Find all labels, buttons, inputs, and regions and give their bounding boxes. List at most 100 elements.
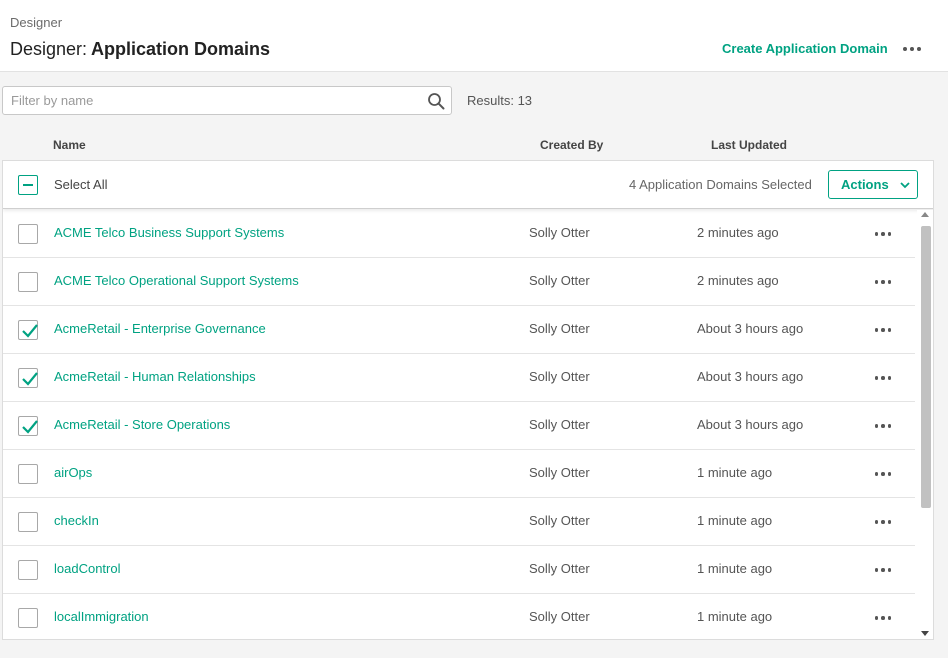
- table-row[interactable]: ACME Telco Business Support Systems Solly…: [3, 210, 915, 258]
- created-by: Solly Otter: [529, 321, 590, 336]
- selected-count: 4 Application Domains Selected: [629, 177, 812, 192]
- page-title-prefix: Designer:: [10, 39, 88, 59]
- table-row[interactable]: airOps Solly Otter 1 minute ago: [3, 450, 915, 498]
- table-row[interactable]: AcmeRetail - Human Relationships Solly Ot…: [3, 354, 915, 402]
- dot: [881, 424, 885, 428]
- dot: [887, 472, 892, 476]
- domain-name-link[interactable]: AcmeRetail - Human Relationships: [54, 369, 256, 384]
- dot: [887, 376, 892, 380]
- table-row[interactable]: ACME Telco Operational Support Systems So…: [3, 258, 915, 306]
- dot: [887, 616, 892, 620]
- last-updated: About 3 hours ago: [697, 369, 804, 384]
- breadcrumb[interactable]: Designer: [10, 15, 62, 30]
- row-checkbox[interactable]: [18, 320, 38, 340]
- domain-name-link[interactable]: checkIn: [54, 513, 99, 528]
- page-title-main: Application Domains: [91, 39, 271, 59]
- last-updated: About 3 hours ago: [697, 417, 804, 432]
- domain-name-link[interactable]: ACME Telco Operational Support Systems: [54, 273, 299, 288]
- select-all-label: Select All: [54, 177, 108, 192]
- scroll-down-arrow-icon[interactable]: [921, 631, 929, 636]
- dot: [903, 47, 907, 51]
- table-row[interactable]: AcmeRetail - Store Operations Solly Otter…: [3, 402, 915, 450]
- column-header-last-updated[interactable]: Last Updated: [711, 138, 787, 152]
- created-by: Solly Otter: [529, 561, 590, 576]
- row-checkbox[interactable]: [18, 560, 38, 580]
- scrollbar[interactable]: [917, 210, 933, 639]
- results-count: Results: 13: [467, 93, 533, 108]
- row-checkbox[interactable]: [18, 512, 38, 532]
- dot: [874, 472, 879, 476]
- domain-name-link[interactable]: AcmeRetail - Store Operations: [54, 417, 230, 432]
- check-icon: [22, 324, 38, 338]
- column-header-created-by[interactable]: Created By: [540, 138, 603, 152]
- row-checkbox[interactable]: [18, 272, 38, 292]
- domain-name-link[interactable]: ACME Telco Business Support Systems: [54, 225, 284, 240]
- column-header-name[interactable]: Name: [53, 138, 86, 152]
- last-updated: 1 minute ago: [697, 609, 773, 624]
- last-updated: 1 minute ago: [697, 465, 773, 480]
- row-more-icon[interactable]: [871, 272, 895, 292]
- row-checkbox[interactable]: [18, 368, 38, 388]
- search-icon[interactable]: [427, 92, 445, 110]
- row-more-icon[interactable]: [871, 512, 895, 532]
- table-row[interactable]: localImmigration Solly Otter 1 minute ago: [3, 594, 915, 639]
- created-by: Solly Otter: [529, 273, 590, 288]
- row-checkbox[interactable]: [18, 224, 38, 244]
- table-row[interactable]: checkIn Solly Otter 1 minute ago: [3, 498, 915, 546]
- filter-box: [2, 86, 452, 115]
- filter-input[interactable]: [3, 87, 413, 114]
- table-row[interactable]: AcmeRetail - Enterprise Governance Solly …: [3, 306, 915, 354]
- dot: [874, 568, 879, 572]
- dot: [881, 616, 885, 620]
- create-application-domain-button[interactable]: Create Application Domain: [722, 41, 888, 56]
- row-more-icon[interactable]: [871, 416, 895, 436]
- domain-name-link[interactable]: localImmigration: [54, 609, 149, 624]
- row-more-icon[interactable]: [871, 560, 895, 580]
- dot: [887, 280, 892, 284]
- table-row[interactable]: loadControl Solly Otter 1 minute ago: [3, 546, 915, 594]
- scroll-up-arrow-icon[interactable]: [921, 212, 929, 217]
- created-by: Solly Otter: [529, 513, 590, 528]
- page-title: Designer: Application Domains: [10, 39, 270, 60]
- row-checkbox[interactable]: [18, 608, 38, 628]
- header-more-icon[interactable]: [900, 38, 924, 60]
- domain-name-link[interactable]: airOps: [54, 465, 92, 480]
- row-more-icon[interactable]: [871, 608, 895, 628]
- dot: [917, 47, 921, 51]
- dot: [874, 280, 879, 284]
- row-more-icon[interactable]: [871, 368, 895, 388]
- dot: [874, 616, 879, 620]
- dot: [881, 520, 885, 524]
- domain-name-link[interactable]: AcmeRetail - Enterprise Governance: [54, 321, 266, 336]
- created-by: Solly Otter: [529, 609, 590, 624]
- created-by: Solly Otter: [529, 417, 590, 432]
- created-by: Solly Otter: [529, 465, 590, 480]
- actions-button[interactable]: Actions: [828, 170, 918, 199]
- row-checkbox[interactable]: [18, 416, 38, 436]
- row-more-icon[interactable]: [871, 224, 895, 244]
- created-by: Solly Otter: [529, 369, 590, 384]
- row-more-icon[interactable]: [871, 320, 895, 340]
- last-updated: About 3 hours ago: [697, 321, 804, 336]
- scroll-thumb[interactable]: [921, 226, 931, 508]
- created-by: Solly Otter: [529, 225, 590, 240]
- dot: [887, 328, 892, 332]
- row-checkbox[interactable]: [18, 464, 38, 484]
- actions-label: Actions: [841, 177, 889, 192]
- domain-name-link[interactable]: loadControl: [54, 561, 121, 576]
- dot: [874, 328, 879, 332]
- select-all-checkbox[interactable]: [18, 175, 38, 195]
- dot: [887, 424, 892, 428]
- chevron-down-icon: [900, 182, 910, 189]
- check-icon: [22, 420, 38, 434]
- dot: [887, 568, 892, 572]
- dot: [874, 376, 879, 380]
- dot: [887, 232, 892, 236]
- dot: [887, 520, 892, 524]
- select-all-row: Select All 4 Application Domains Selecte…: [3, 161, 933, 209]
- dot: [881, 280, 885, 284]
- row-more-icon[interactable]: [871, 464, 895, 484]
- dot: [910, 47, 914, 51]
- dot: [881, 232, 885, 236]
- dot: [874, 520, 879, 524]
